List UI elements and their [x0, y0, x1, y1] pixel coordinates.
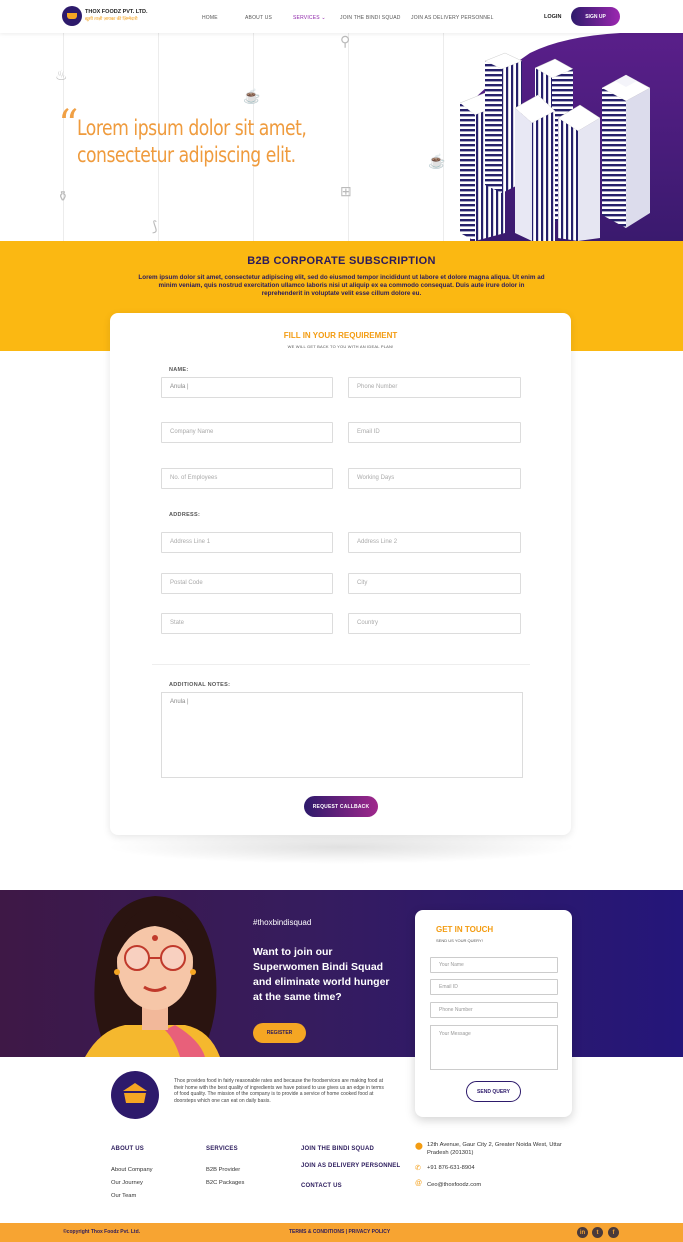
- footer-link-b2b[interactable]: B2B Provider: [206, 1167, 240, 1173]
- b2b-description: Lorem ipsum dolor sit amet, consectetur …: [138, 274, 545, 297]
- contact-card: GET IN TOUCH SEND US YOUR QUERY! Your Na…: [415, 910, 572, 1117]
- phone-icon: ✆: [415, 1165, 421, 1172]
- company-field[interactable]: Company Name: [161, 422, 333, 443]
- login-link[interactable]: LOGIN: [544, 14, 561, 20]
- email-icon: @: [415, 1180, 423, 1187]
- footer-logo-icon[interactable]: [111, 1071, 159, 1119]
- terms-privacy-links[interactable]: TERMS & CONDITIONS | PRIVACY POLICY: [289, 1229, 390, 1235]
- hero-headline: Lorem ipsum dolor sit amet, consectetur …: [77, 116, 307, 167]
- nav-home[interactable]: HOME: [202, 15, 218, 21]
- request-callback-button[interactable]: REQUEST CALLBACK: [304, 796, 378, 817]
- address-line2-field[interactable]: Address Line 2: [348, 532, 521, 553]
- nav-services[interactable]: SERVICES ⌄: [293, 15, 326, 21]
- email-field[interactable]: Email ID: [348, 422, 521, 443]
- address-label: ADDRESS:: [169, 512, 201, 518]
- site-header: THOX FOODZ PVT. LTD. ख़ुशी ताज़ी ज़ायका …: [0, 0, 683, 33]
- linkedin-icon[interactable]: in: [577, 1227, 588, 1238]
- contact-title: GET IN TOUCH: [436, 925, 494, 934]
- quote-icon: “: [58, 102, 79, 148]
- country-field[interactable]: Country: [348, 613, 521, 634]
- contact-subtitle: SEND US YOUR QUERY!: [436, 938, 483, 943]
- footer-link-contact[interactable]: CONTACT US: [301, 1183, 342, 1189]
- form-subtitle: WE WILL GET BACK TO YOU WITH AN IDEAL PL…: [287, 344, 394, 349]
- carrot-icon: ⟆: [152, 218, 158, 234]
- state-field[interactable]: State: [161, 613, 333, 634]
- footer-link-b2c[interactable]: B2C Packages: [206, 1180, 244, 1186]
- name-label: NAME:: [169, 367, 189, 373]
- page: THOX FOODZ PVT. LTD. ख़ुशी ताज़ी ज़ायका …: [0, 0, 683, 1242]
- facebook-icon[interactable]: f: [608, 1227, 619, 1238]
- employees-field[interactable]: No. of Employees: [161, 468, 333, 489]
- bottle-icon: ⚱: [57, 188, 69, 204]
- working-days-field[interactable]: Working Days: [348, 468, 521, 489]
- twitter-icon[interactable]: t: [592, 1227, 603, 1238]
- footer-email[interactable]: Ceo@thoxfoodz.com: [427, 1182, 577, 1190]
- chevron-down-icon: ⌄: [321, 15, 326, 21]
- hero-grid-line: [348, 33, 349, 241]
- bottom-bar: ©copyright Thox Foodz Pvt. Ltd. TERMS & …: [0, 1223, 683, 1242]
- contact-message-field[interactable]: Your Message: [430, 1025, 558, 1070]
- signup-button[interactable]: SIGN UP: [571, 7, 620, 26]
- logo-tagline: ख़ुशी ताज़ी ज़ायका की ज़िम्मेदारी: [85, 16, 138, 21]
- nav-bindi-squad[interactable]: JOIN THE BINDI SQUAD: [340, 15, 401, 21]
- name-field[interactable]: Anula |: [161, 377, 333, 398]
- footer-link-our-journey[interactable]: Our Journey: [111, 1180, 143, 1186]
- notes-textarea[interactable]: Anula |: [161, 692, 523, 778]
- copyright-text: ©copyright Thox Foodz Pvt. Ltd.: [63, 1229, 141, 1235]
- contact-name-field[interactable]: Your Name: [430, 957, 558, 973]
- logo-icon[interactable]: [62, 6, 82, 26]
- contact-phone-field[interactable]: Phone Number: [430, 1002, 558, 1018]
- spatula-icon: ⚲: [340, 33, 351, 49]
- bindi-hashtag: #thoxbindisquad: [253, 918, 312, 927]
- footer-link-about-company[interactable]: About Company: [111, 1167, 153, 1173]
- logo-name[interactable]: THOX FOODZ PVT. LTD.: [85, 9, 148, 15]
- footer-address: 12th Avenue, Gaur City 2, Greater Noida …: [427, 1142, 562, 1156]
- b2b-title: B2B CORPORATE SUBSCRIPTION: [247, 255, 436, 267]
- footer-about-text: Thox provides food in fairly reasonable …: [174, 1078, 384, 1104]
- address-line1-field[interactable]: Address Line 1: [161, 532, 333, 553]
- form-title: FILL IN YOUR REQUIREMENT: [283, 331, 398, 340]
- nav-about-us[interactable]: ABOUT US: [245, 15, 272, 21]
- footer-about-heading: ABOUT US: [111, 1146, 144, 1152]
- jar-icon: ⊞: [340, 183, 352, 199]
- postal-code-field[interactable]: Postal Code: [161, 573, 333, 594]
- footer-phone[interactable]: +91 876-631-8904: [427, 1165, 577, 1173]
- nav-services-label: SERVICES: [293, 15, 320, 21]
- send-query-button[interactable]: SEND QUERY: [466, 1081, 521, 1102]
- woman-illustration: [85, 896, 220, 1057]
- buildings-illustration: [459, 33, 683, 241]
- footer-link-our-team[interactable]: Our Team: [111, 1193, 136, 1199]
- bowl-icon: ☕: [243, 88, 261, 104]
- location-icon: ⬤: [415, 1143, 423, 1150]
- footer-link-bindi-squad[interactable]: JOIN THE BINDI SQUAD: [301, 1146, 374, 1152]
- contact-email-field[interactable]: Email ID: [430, 979, 558, 995]
- footer-link-delivery[interactable]: JOIN AS DELIVERY PERSONNEL: [301, 1163, 400, 1169]
- hero-section: ♨ ☕ ⚲ ⚱ ⟆ ⊞ ☕ “ Lorem ipsum dolor sit am…: [0, 33, 683, 241]
- nav-delivery-personnel[interactable]: JOIN AS DELIVERY PERSONNEL: [411, 15, 494, 21]
- mitten-icon: ♨: [55, 67, 68, 83]
- phone-field[interactable]: Phone Number: [348, 377, 521, 398]
- requirement-form: FILL IN YOUR REQUIREMENT WE WILL GET BAC…: [110, 313, 571, 835]
- register-button[interactable]: REGISTER: [253, 1023, 306, 1043]
- notes-label: ADDITIONAL NOTES:: [169, 682, 231, 688]
- card-shadow: [105, 830, 578, 864]
- form-divider: [152, 664, 530, 665]
- footer-services-heading: SERVICES: [206, 1146, 238, 1152]
- city-field[interactable]: City: [348, 573, 521, 594]
- bindi-headline: Want to join our Superwomen Bindi Squad …: [253, 946, 390, 1003]
